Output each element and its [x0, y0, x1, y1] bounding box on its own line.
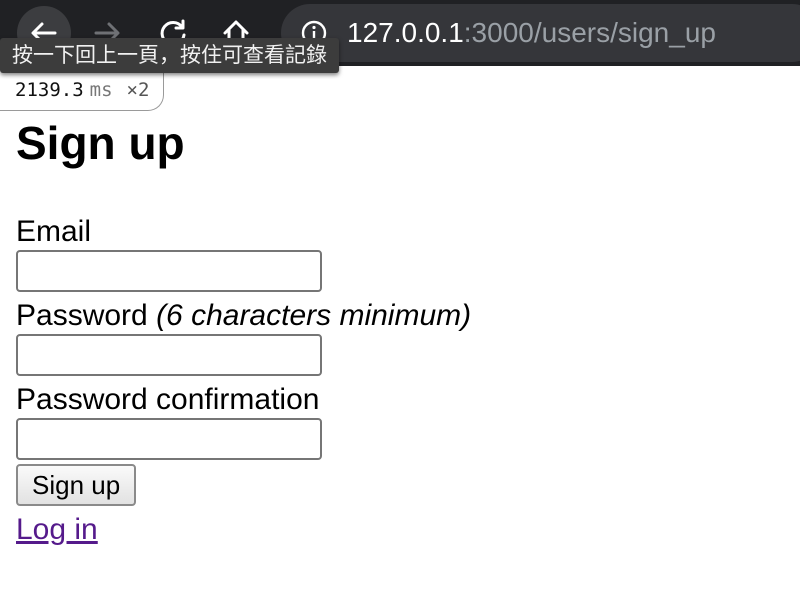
password-label: Password (6 characters minimum)	[16, 298, 776, 334]
sign-up-button[interactable]: Sign up	[16, 464, 137, 506]
profiler-badge[interactable]: 2139.3 ms ×2	[0, 70, 165, 111]
url-host: 127.0.0.1	[347, 17, 464, 48]
profiler-time: 2139.3	[15, 79, 84, 101]
profiler-count: ×2	[126, 79, 150, 101]
password-field[interactable]	[16, 334, 322, 376]
back-button-tooltip: 按一下回上一頁，按住可查看記錄	[0, 38, 339, 73]
page-title: Sign up	[16, 117, 185, 169]
email-label: Email	[16, 215, 92, 248]
email-field[interactable]	[16, 250, 322, 292]
sign-up-form: Email Password (6 characters minimum) Pa…	[16, 214, 776, 506]
password-hint: (6 characters minimum)	[156, 299, 472, 332]
profiler-unit: ms	[89, 79, 113, 101]
url-text[interactable]: 127.0.0.1:3000/users/sign_up	[347, 16, 716, 50]
password-confirmation-field[interactable]	[16, 418, 322, 460]
address-bar[interactable]: 127.0.0.1:3000/users/sign_up	[281, 4, 800, 62]
log-in-link[interactable]: Log in	[16, 512, 98, 548]
password-label-text: Password	[16, 299, 148, 332]
password-confirmation-label: Password confirmation	[16, 383, 320, 416]
page-content: Sign up Email Password (6 characters min…	[16, 110, 776, 548]
url-path: :3000/users/sign_up	[463, 17, 716, 48]
